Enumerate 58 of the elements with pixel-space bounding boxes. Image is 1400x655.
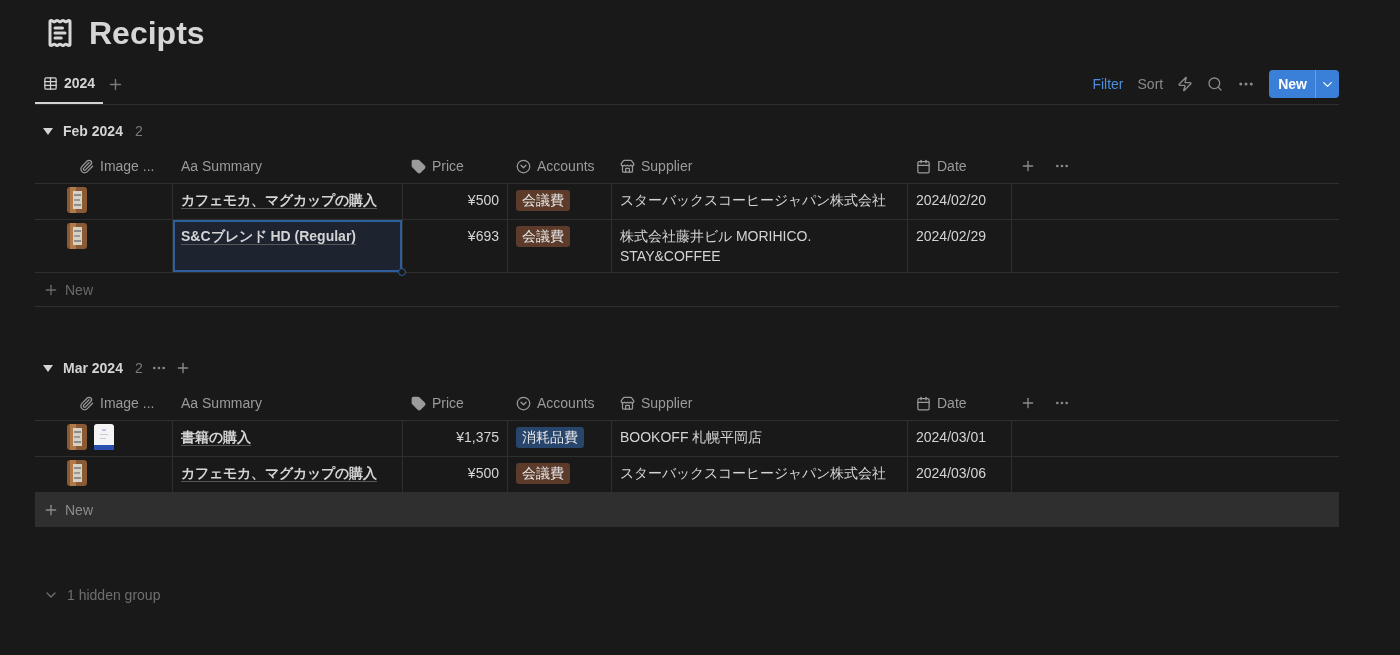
account-tag: 会議費 xyxy=(516,226,570,247)
column-header[interactable]: Accounts xyxy=(508,386,612,420)
column-header[interactable]: Image ... xyxy=(35,386,173,420)
account-tag: 会議費 xyxy=(516,463,570,484)
column-header[interactable]: Aa Summary xyxy=(173,149,403,183)
calendar-icon xyxy=(916,395,931,411)
group-count: 2 xyxy=(134,123,143,139)
tag-icon xyxy=(411,158,426,174)
group-name: Mar 2024 xyxy=(63,360,123,376)
collapse-triangle-icon[interactable] xyxy=(43,363,53,373)
add-column-icon[interactable] xyxy=(1020,395,1036,411)
date-text: 2024/02/29 xyxy=(916,228,987,244)
paperclip-icon xyxy=(79,395,94,411)
column-header[interactable]: Supplier xyxy=(612,386,908,420)
price-text: ¥693 xyxy=(467,228,499,244)
view-tab[interactable]: 2024 xyxy=(35,64,104,104)
new-row-button[interactable]: New xyxy=(35,493,1339,527)
group-count: 2 xyxy=(134,360,143,376)
column-header[interactable]: Accounts xyxy=(508,149,612,183)
date-text: 2024/03/01 xyxy=(916,429,987,445)
account-tag: 会議費 xyxy=(516,190,570,211)
date-text: 2024/03/06 xyxy=(916,465,987,481)
filter-button[interactable]: Filter xyxy=(1092,76,1124,92)
page-title: Recipts xyxy=(89,14,205,52)
supplier-text: スターバックスコーヒージャパン株式会社 xyxy=(620,192,886,208)
column-header[interactable]: Date xyxy=(908,149,1012,183)
tag-icon xyxy=(411,395,426,411)
chevron-circle-icon xyxy=(516,158,531,174)
collapse-triangle-icon[interactable] xyxy=(43,126,53,136)
store-icon xyxy=(620,395,635,411)
sort-button[interactable]: Sort xyxy=(1137,76,1164,92)
group-name: Feb 2024 xyxy=(63,123,123,139)
search-icon[interactable] xyxy=(1207,76,1224,92)
supplier-text: 株式会社藤井ビル MORIHICO. STAY&COFFEE xyxy=(620,228,812,264)
column-header[interactable]: Supplier xyxy=(612,149,908,183)
column-header[interactable]: Date xyxy=(908,386,1012,420)
date-text: 2024/02/20 xyxy=(916,192,987,208)
supplier-text: BOOKOFF 札幌平岡店 xyxy=(620,429,763,445)
summary-text[interactable]: カフェモカ、マグカップの購入 xyxy=(181,465,377,482)
summary-text[interactable]: カフェモカ、マグカップの購入 xyxy=(181,192,377,209)
add-column-icon[interactable] xyxy=(1020,158,1036,174)
price-text: ¥1,375 xyxy=(456,429,499,445)
column-header[interactable]: Price xyxy=(403,149,508,183)
supplier-text: スターバックスコーヒージャパン株式会社 xyxy=(620,465,886,481)
store-icon xyxy=(620,158,635,174)
lightning-icon[interactable] xyxy=(1177,76,1194,92)
hidden-groups-toggle[interactable]: 1 hidden group xyxy=(35,587,1339,603)
paperclip-icon xyxy=(79,158,94,174)
column-header[interactable]: Price xyxy=(403,386,508,420)
chevron-circle-icon xyxy=(516,395,531,411)
price-text: ¥500 xyxy=(467,192,499,208)
price-text: ¥500 xyxy=(467,465,499,481)
account-tag: 消耗品費 xyxy=(516,427,584,448)
calendar-icon xyxy=(916,158,931,174)
table-icon xyxy=(43,75,58,91)
column-header[interactable]: Image ... xyxy=(35,149,173,183)
summary-text[interactable]: 書籍の購入 xyxy=(181,429,251,446)
column-header[interactable]: Aa Summary xyxy=(173,386,403,420)
